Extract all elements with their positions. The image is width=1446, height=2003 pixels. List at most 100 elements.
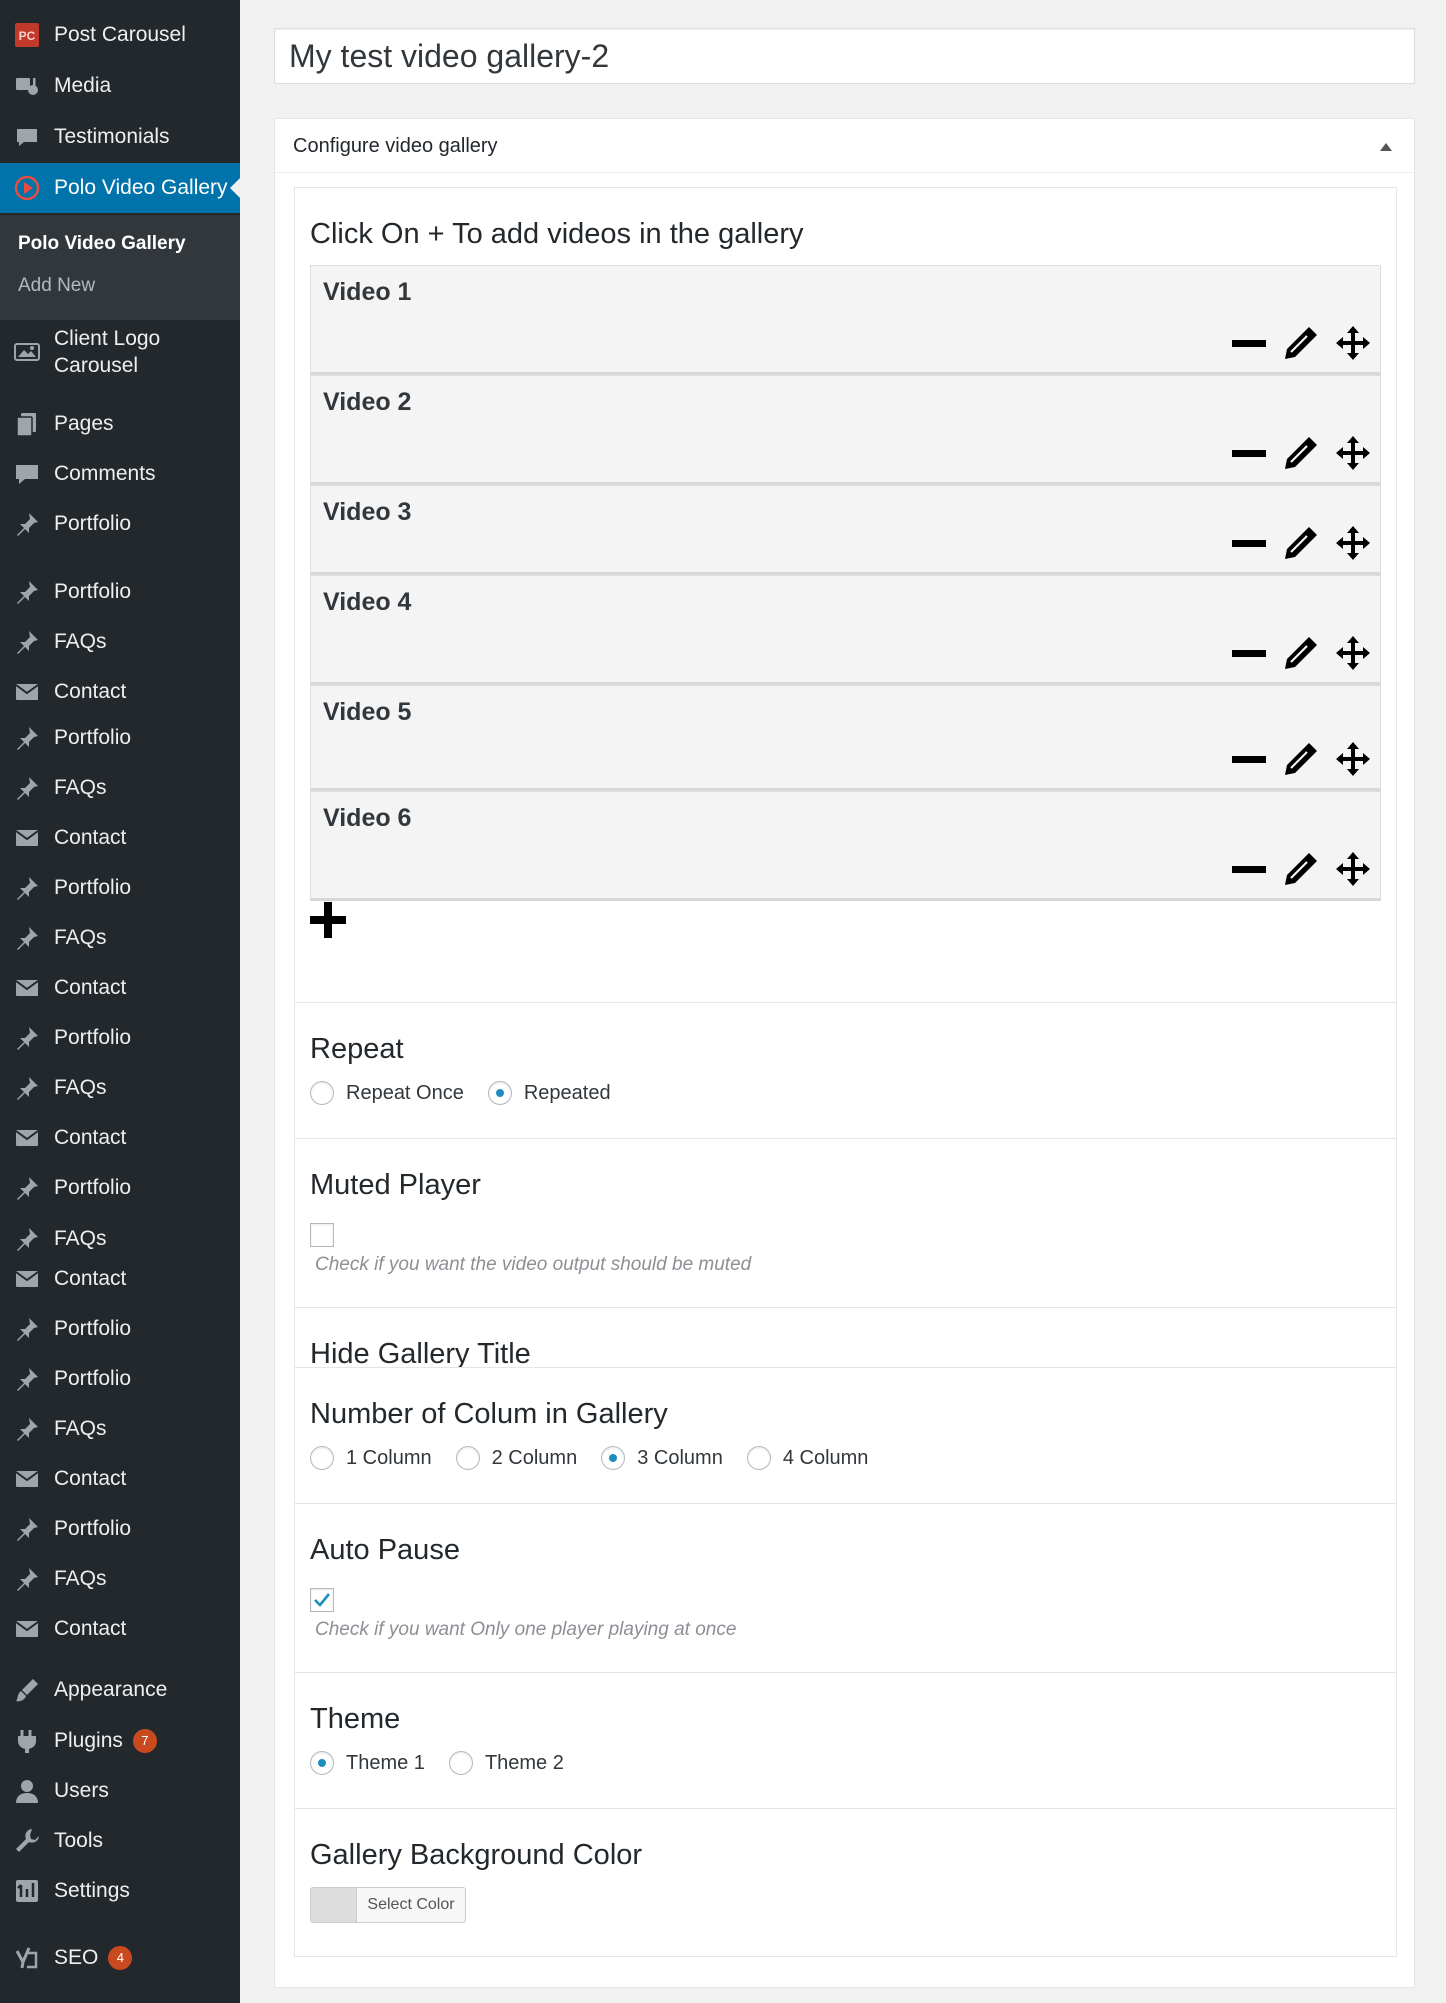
select-color-button[interactable]: Select Color	[310, 1887, 466, 1923]
theme-options: Theme 1 Theme 2	[310, 1751, 588, 1775]
sidebar-item-portfolio[interactable]: Portfolio	[0, 1304, 240, 1354]
sidebar-item-portfolio[interactable]: Portfolio	[0, 499, 240, 549]
video-gallery-submenu: Polo Video Gallery Add New	[0, 215, 240, 320]
sidebar-item-tools[interactable]: Tools	[0, 1816, 240, 1866]
video-item[interactable]: Video 2	[310, 375, 1381, 485]
drag-handle-icon[interactable]	[1334, 850, 1372, 888]
video-actions	[1230, 634, 1372, 672]
video-item[interactable]: Video 3	[310, 485, 1381, 575]
edit-video-icon[interactable]	[1282, 740, 1320, 778]
sidebar-item-label: Portfolio	[54, 580, 132, 603]
repeat-once-label[interactable]: Repeat Once	[346, 1082, 464, 1105]
video-item[interactable]: Video 6	[310, 791, 1381, 901]
sidebar-item-seo[interactable]: SEO 4	[0, 1933, 240, 1983]
video-actions	[1230, 434, 1372, 472]
column-4-radio[interactable]	[746, 1446, 771, 1470]
sidebar-item-portfolio[interactable]: Portfolio	[0, 713, 240, 763]
sidebar-item-contact[interactable]: Contact	[0, 667, 240, 717]
add-video-icon[interactable]	[310, 902, 346, 938]
sidebar-item-plugins[interactable]: Plugins 7	[0, 1716, 240, 1766]
sidebar-item-comments[interactable]: Comments	[0, 449, 240, 499]
sidebar-item-portfolio[interactable]: Portfolio	[0, 567, 240, 617]
sidebar-item-media[interactable]: Media	[0, 61, 240, 111]
sidebar-item-users[interactable]: Users	[0, 1766, 240, 1816]
checkmark-icon	[314, 1593, 331, 1607]
drag-handle-icon[interactable]	[1334, 634, 1372, 672]
sidebar-item-contact[interactable]: Contact	[0, 813, 240, 863]
sidebar-item-client-logo-carousel[interactable]: Client Logo Carousel	[0, 320, 240, 384]
drag-handle-icon[interactable]	[1334, 740, 1372, 778]
remove-video-icon[interactable]	[1230, 850, 1268, 888]
sidebar-item-contact[interactable]: Contact	[0, 1604, 240, 1654]
remove-video-icon[interactable]	[1230, 740, 1268, 778]
edit-video-icon[interactable]	[1282, 434, 1320, 472]
submenu-add-new[interactable]: Add New	[18, 275, 95, 297]
sidebar-item-portfolio[interactable]: Portfolio	[0, 1504, 240, 1554]
submenu-polo-video-gallery[interactable]: Polo Video Gallery	[18, 233, 186, 255]
sidebar-item-faqs[interactable]: FAQs	[0, 913, 240, 963]
sidebar-item-faqs[interactable]: FAQs	[0, 1063, 240, 1113]
theme-2-label[interactable]: Theme 2	[485, 1752, 564, 1775]
video-item[interactable]: Video 1	[310, 265, 1381, 375]
drag-handle-icon[interactable]	[1334, 524, 1372, 562]
column-1-radio[interactable]	[310, 1446, 334, 1470]
sidebar-item-portfolio[interactable]: Portfolio	[0, 1354, 240, 1404]
sidebar-item-polo-video-gallery[interactable]: Polo Video Gallery	[0, 163, 240, 213]
drag-handle-icon[interactable]	[1334, 434, 1372, 472]
repeated-label[interactable]: Repeated	[524, 1082, 611, 1105]
edit-video-icon[interactable]	[1282, 324, 1320, 362]
sidebar-item-post-carousel[interactable]: PC Post Carousel	[0, 10, 240, 60]
remove-video-icon[interactable]	[1230, 634, 1268, 672]
sidebar-item-contact[interactable]: Contact	[0, 963, 240, 1013]
sidebar-item-portfolio[interactable]: Portfolio	[0, 863, 240, 913]
pc-logo-icon: PC	[0, 21, 54, 49]
update-count-badge: 7	[132, 1729, 157, 1753]
sidebar-item-faqs[interactable]: FAQs	[0, 1404, 240, 1454]
sidebar-item-faqs[interactable]: FAQs	[0, 1554, 240, 1604]
sidebar-item-faqs[interactable]: FAQs	[0, 763, 240, 813]
sidebar-item-pages[interactable]: Pages	[0, 399, 240, 449]
sidebar-item-testimonials[interactable]: Testimonials	[0, 112, 240, 162]
repeated-radio[interactable]	[487, 1081, 512, 1105]
plugin-icon	[0, 1727, 54, 1755]
sidebar-item-appearance[interactable]: Appearance	[0, 1665, 240, 1715]
sidebar-item-contact[interactable]: Contact	[0, 1113, 240, 1163]
theme-1-radio[interactable]	[310, 1751, 334, 1775]
remove-video-icon[interactable]	[1230, 324, 1268, 362]
pin-icon	[0, 1315, 54, 1343]
edit-video-icon[interactable]	[1282, 850, 1320, 888]
auto-pause-checkbox[interactable]	[310, 1588, 334, 1612]
sidebar-item-portfolio[interactable]: Portfolio	[0, 1163, 240, 1213]
repeat-once-radio[interactable]	[310, 1081, 334, 1105]
sidebar-item-contact[interactable]: Contact	[0, 1454, 240, 1504]
sidebar-item-faqs[interactable]: FAQs	[0, 617, 240, 667]
video-item[interactable]: Video 4	[310, 575, 1381, 685]
video-item[interactable]: Video 5	[310, 685, 1381, 791]
sidebar-item-contact[interactable]: Contact	[0, 1254, 240, 1304]
muted-checkbox[interactable]	[310, 1223, 334, 1247]
column-2-radio[interactable]	[455, 1446, 480, 1470]
sidebar-item-portfolio[interactable]: Portfolio	[0, 1013, 240, 1063]
mail-icon	[0, 1124, 54, 1152]
mail-icon	[0, 1615, 54, 1643]
metabox-header[interactable]: Configure video gallery	[275, 119, 1414, 173]
post-title-input[interactable]: My test video gallery-2	[274, 28, 1415, 84]
sidebar-item-settings[interactable]: Settings	[0, 1866, 240, 1916]
collapse-arrow-icon[interactable]	[1380, 143, 1392, 151]
video-actions	[1230, 524, 1372, 562]
video-actions	[1230, 740, 1372, 778]
remove-video-icon[interactable]	[1230, 524, 1268, 562]
column-3-radio[interactable]	[601, 1446, 626, 1470]
column-3-label[interactable]: 3 Column	[637, 1447, 723, 1470]
column-4-label[interactable]: 4 Column	[783, 1447, 869, 1470]
remove-video-icon[interactable]	[1230, 434, 1268, 472]
theme-1-label[interactable]: Theme 1	[346, 1752, 425, 1775]
column-2-label[interactable]: 2 Column	[492, 1447, 578, 1470]
theme-2-radio[interactable]	[448, 1751, 473, 1775]
sidebar-item-label: FAQs	[54, 1076, 107, 1099]
column-1-label[interactable]: 1 Column	[346, 1447, 432, 1470]
user-icon	[0, 1777, 54, 1805]
edit-video-icon[interactable]	[1282, 524, 1320, 562]
drag-handle-icon[interactable]	[1334, 324, 1372, 362]
edit-video-icon[interactable]	[1282, 634, 1320, 672]
